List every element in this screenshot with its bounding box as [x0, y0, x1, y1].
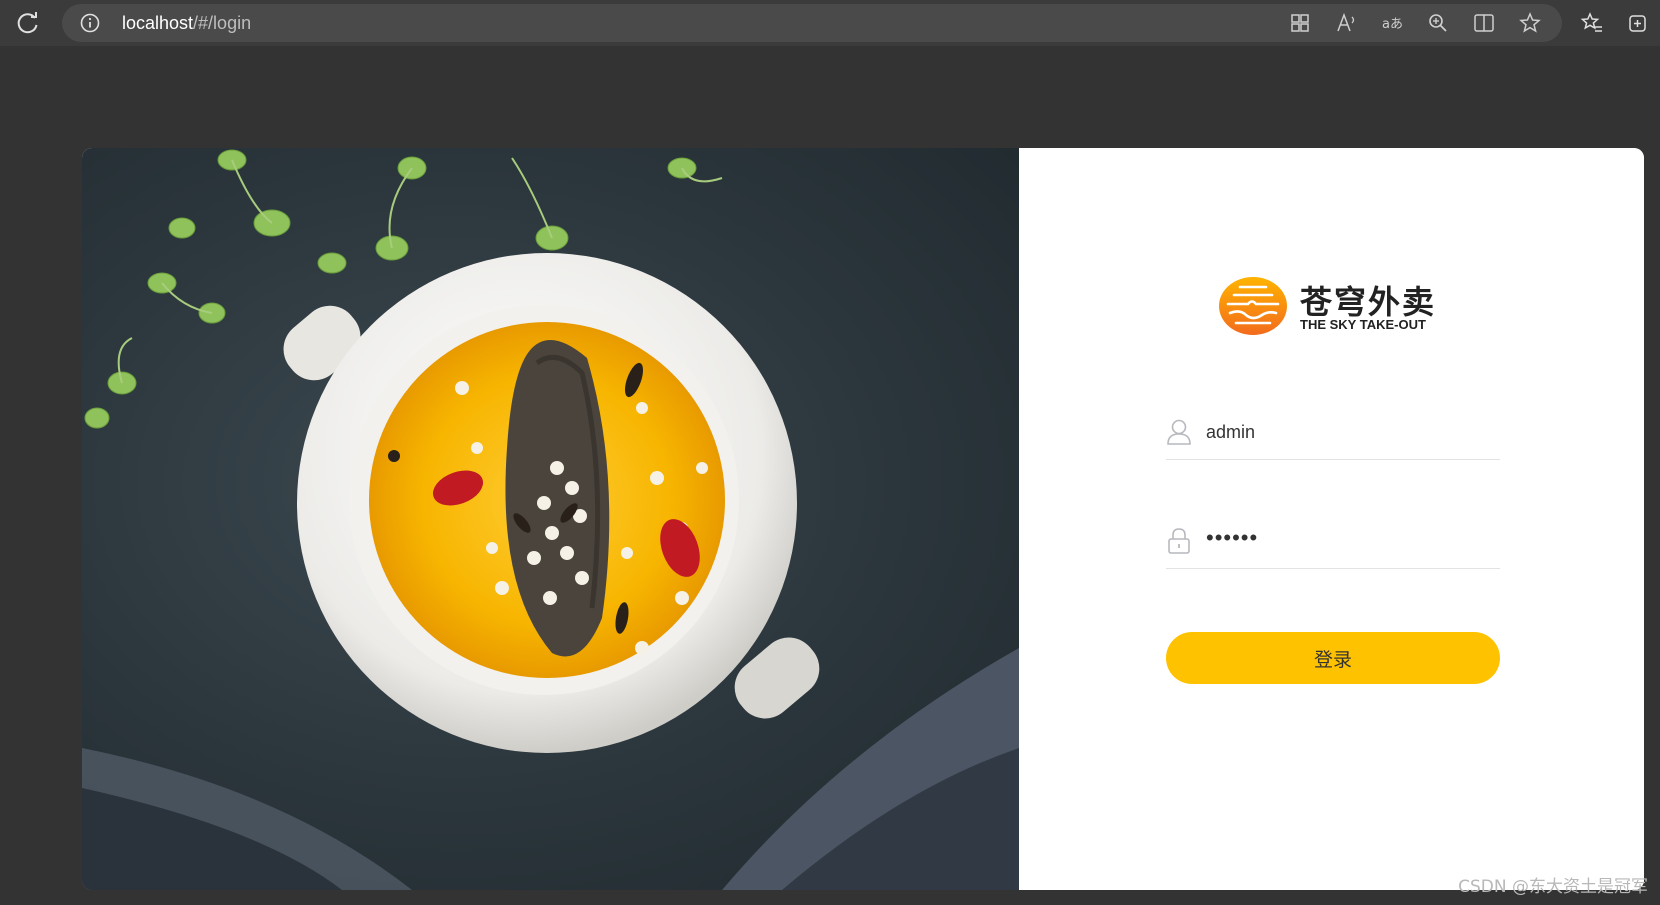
browser-toolbar: localhost/#/login aあ	[0, 0, 1660, 46]
username-field[interactable]: admin	[1166, 410, 1500, 460]
password-field[interactable]: ••••••	[1166, 519, 1500, 569]
collections-icon[interactable]	[1626, 11, 1650, 35]
translate-icon[interactable]: aあ	[1380, 11, 1404, 35]
username-value[interactable]: admin	[1206, 422, 1255, 443]
logo-name-en: THE SKY TAKE-OUT	[1300, 317, 1426, 332]
brand-logo: 苍穹外卖 THE SKY TAKE-OUT	[1218, 275, 1458, 339]
svg-text:aあ: aあ	[1382, 17, 1403, 32]
app-grid-icon[interactable]	[1288, 11, 1312, 35]
favorite-star-icon[interactable]	[1518, 11, 1542, 35]
login-card: 苍穹外卖 THE SKY TAKE-OUT admin •••••• 登录	[82, 148, 1644, 890]
food-hero-image	[82, 148, 1019, 890]
url-host: localhost	[122, 13, 194, 33]
login-panel: 苍穹外卖 THE SKY TAKE-OUT admin •••••• 登录	[1019, 148, 1644, 890]
reload-icon[interactable]	[14, 9, 42, 37]
zoom-icon[interactable]	[1426, 11, 1450, 35]
lock-icon	[1168, 528, 1190, 554]
address-bar[interactable]: localhost/#/login aあ	[62, 4, 1562, 42]
csdn-watermark: CSDN @东大资土是冠军	[1458, 877, 1648, 897]
logo-mark-icon	[1219, 277, 1287, 335]
split-screen-icon[interactable]	[1472, 11, 1496, 35]
url-text[interactable]: localhost/#/login	[122, 13, 251, 34]
favorites-icon[interactable]	[1580, 11, 1604, 35]
password-value[interactable]: ••••••	[1206, 525, 1258, 551]
login-button[interactable]: 登录	[1166, 632, 1500, 684]
info-icon[interactable]	[80, 13, 100, 33]
user-icon	[1167, 419, 1191, 445]
url-path: /#/login	[193, 13, 252, 33]
read-aloud-icon[interactable]	[1334, 11, 1358, 35]
